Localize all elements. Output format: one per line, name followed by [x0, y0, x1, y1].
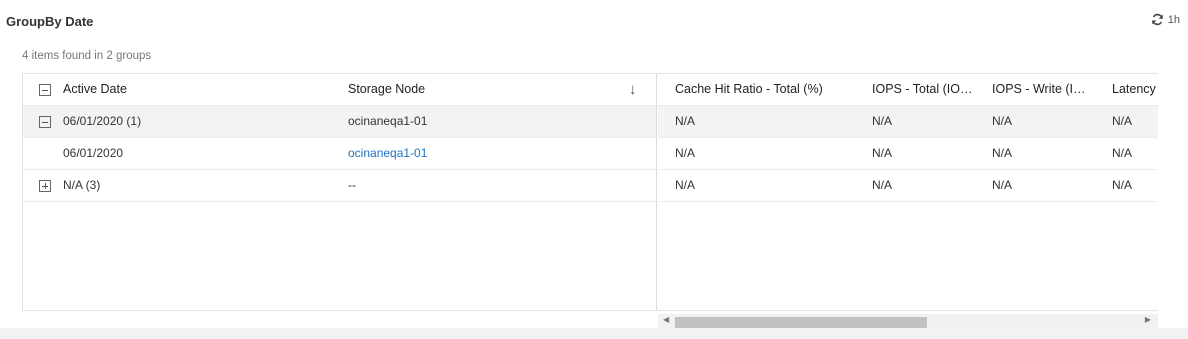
group-row[interactable]: 06/01/2020 (1) ocinaneqa1-01 — [23, 106, 656, 138]
refresh-interval: 1h — [1167, 13, 1180, 26]
cell-cache-hit-ratio: N/A — [675, 114, 696, 128]
item-count: 4 items found in 2 groups — [22, 50, 152, 62]
column-header-cache-hit-ratio[interactable]: Cache Hit Ratio - Total (%) — [675, 74, 855, 105]
storage-node-link[interactable]: ocinaneqa1-01 — [348, 138, 427, 169]
cell-iops-total: N/A — [872, 146, 893, 160]
cell-cache-hit-ratio: N/A — [675, 146, 696, 160]
refresh-control[interactable]: 1h — [1151, 13, 1180, 26]
scrollbar-thumb[interactable] — [675, 317, 927, 328]
cell-latency: N/A — [1112, 178, 1133, 192]
cell-cache-hit-ratio: N/A — [675, 178, 696, 192]
cell-latency: N/A — [1112, 146, 1133, 160]
cell-iops-total: N/A — [872, 114, 893, 128]
column-header-iops-write[interactable]: IOPS - Write (I… — [992, 74, 1100, 105]
cell-iops-total: N/A — [872, 178, 893, 192]
column-header-iops-total[interactable]: IOPS - Total (IO… — [872, 74, 984, 105]
column-header-active-date[interactable]: Active Date — [63, 74, 127, 105]
header-row: Cache Hit Ratio - Total (%) IOPS - Total… — [658, 74, 1158, 106]
cell-active-date: N/A (3) — [63, 178, 101, 192]
frozen-columns: Active Date Storage Node ↓ 06/01/2020 (1… — [23, 74, 657, 310]
group-row[interactable]: N/A (3) -- — [23, 170, 656, 202]
group-row[interactable]: N/A N/A N/A N/A — [658, 170, 1158, 202]
table-row[interactable]: N/A N/A N/A N/A — [658, 138, 1158, 170]
cell-storage-node: ocinaneqa1-01 — [348, 114, 428, 128]
scroll-left-icon[interactable]: ◀ — [663, 315, 669, 324]
column-header-latency[interactable]: Latency — [1112, 74, 1158, 105]
column-header-storage-node[interactable]: Storage Node — [348, 74, 425, 105]
scroll-right-icon[interactable]: ▶ — [1145, 315, 1151, 324]
cell-active-date: 06/01/2020 (1) — [63, 114, 142, 128]
sort-descending-icon[interactable]: ↓ — [629, 81, 637, 98]
scrollable-columns: Cache Hit Ratio - Total (%) IOPS - Total… — [658, 74, 1158, 310]
page-footer-band — [0, 328, 1188, 339]
collapse-group-icon[interactable] — [39, 116, 51, 128]
cell-latency: N/A — [1112, 114, 1133, 128]
cell-storage-node: -- — [348, 178, 356, 192]
header-row: Active Date Storage Node ↓ — [23, 74, 656, 106]
refresh-icon — [1151, 13, 1163, 26]
widget-title: GroupBy Date — [6, 14, 94, 29]
cell-active-date: 06/01/2020 — [63, 146, 124, 160]
collapse-all-icon[interactable] — [39, 84, 51, 96]
table-row[interactable]: 06/01/2020 ocinaneqa1-01 — [23, 138, 656, 170]
expand-group-icon[interactable] — [39, 180, 51, 192]
cell-iops-write: N/A — [992, 114, 1013, 128]
horizontal-scrollbar[interactable]: ◀ ▶ — [658, 314, 1158, 328]
group-row[interactable]: N/A N/A N/A N/A — [658, 106, 1158, 138]
data-grid: Active Date Storage Node ↓ 06/01/2020 (1… — [22, 73, 1158, 328]
cell-iops-write: N/A — [992, 146, 1013, 160]
cell-iops-write: N/A — [992, 178, 1013, 192]
